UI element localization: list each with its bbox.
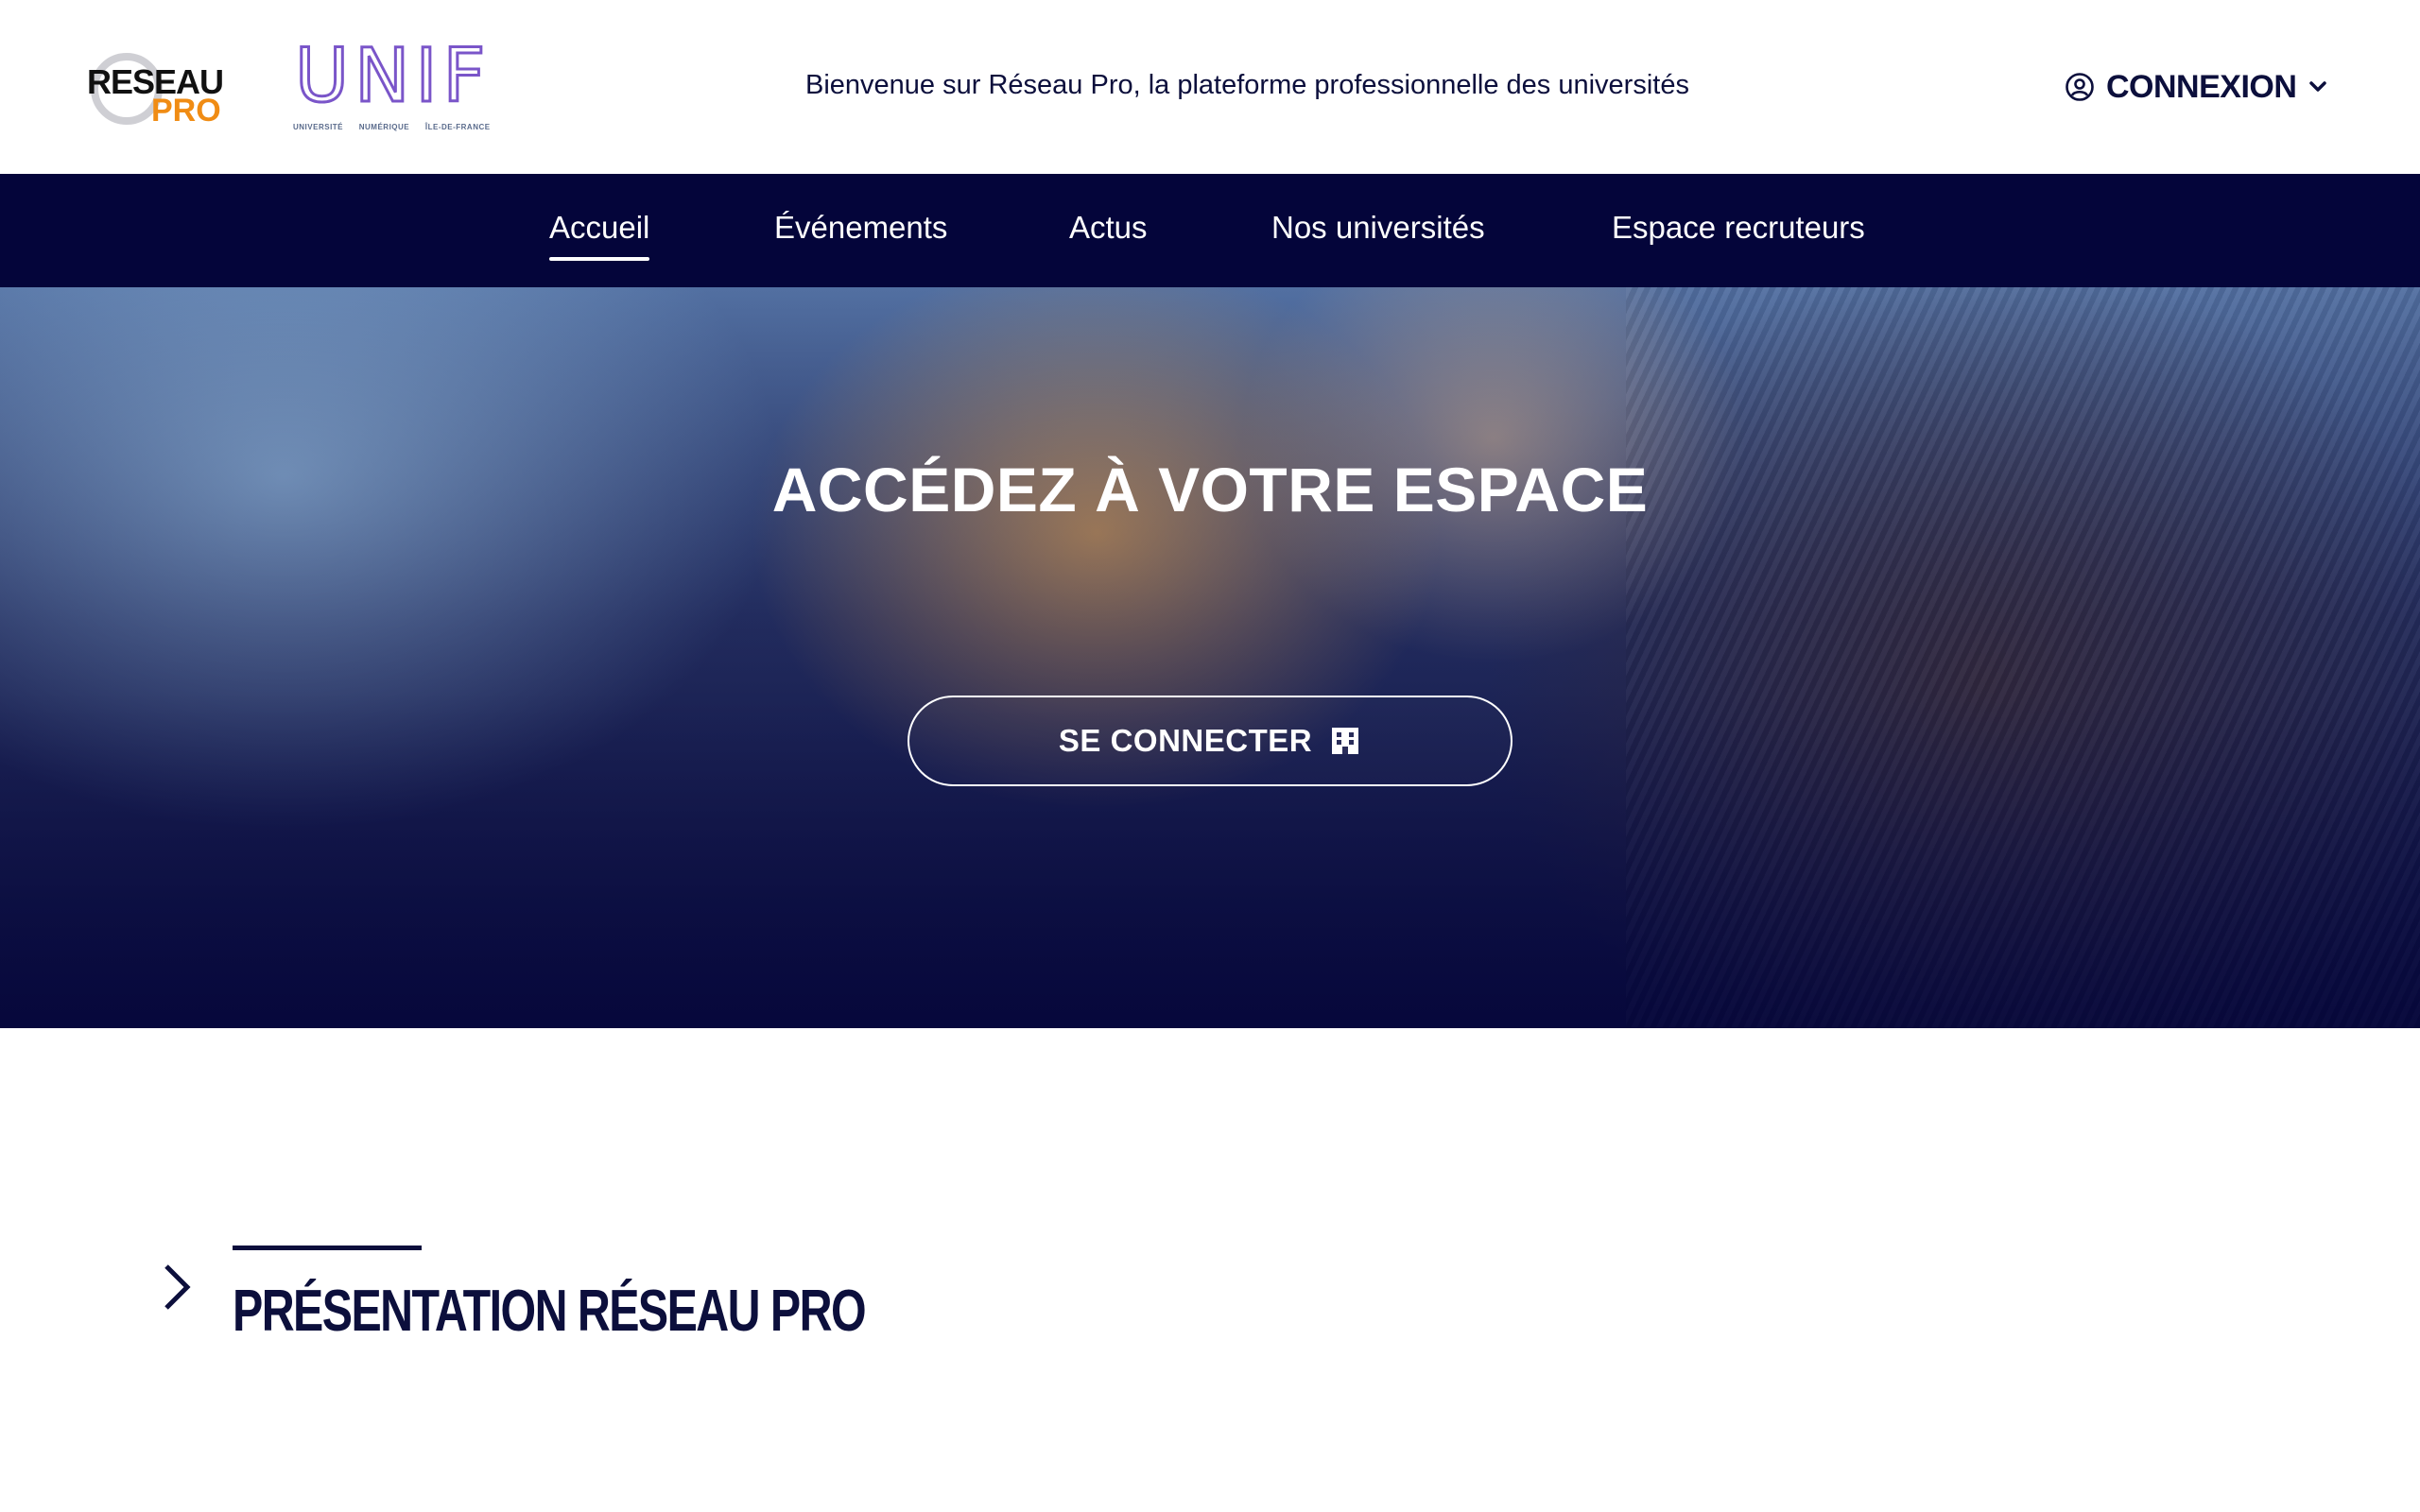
nav-item-evenements[interactable]: Événements [774,210,947,246]
unif-tagline-3: ÎLE-DE-FRANCE [424,123,491,131]
user-circle-icon [2066,73,2094,101]
connexion-button[interactable]: CONNEXION [2065,66,2328,108]
connexion-label: CONNEXION [2106,68,2297,105]
nav-item-nos-universites[interactable]: Nos universités [1271,210,1485,246]
hero-banner: ACCÉDEZ À VOTRE ESPACE SE CONNECTER [0,287,2420,1028]
building-icon [1332,728,1359,754]
section-title-bar [233,1246,422,1250]
welcome-text: Bienvenue sur Réseau Pro, la plateforme … [805,70,1689,100]
se-connecter-button[interactable]: SE CONNECTER [908,696,1512,786]
site-header: RESEAU PRO UNIF UNIVERSITÉ NUMÉRIQUE ÎLE… [0,0,2420,174]
se-connecter-label: SE CONNECTER [1058,723,1313,758]
unif-tagline-2: NUMÉRIQUE [358,123,410,131]
nav-item-espace-recruteurs[interactable]: Espace recruteurs [1612,210,1865,246]
nav-item-actus[interactable]: Actus [1069,210,1148,246]
chevron-down-icon [2309,81,2327,92]
unif-logo-text: UNIF [293,33,492,121]
presentation-title: PRÉSENTATION RÉSEAU PRO [233,1279,867,1344]
hero-overlay [0,287,2420,1028]
nav-item-accueil[interactable]: Accueil [549,210,650,261]
main-nav: Accueil Événements Actus Nos universités… [0,174,2420,287]
logo-pro-text: PRO [151,93,221,129]
chevron-right-icon [164,1264,191,1310]
unif-logo[interactable]: UNIF UNIVERSITÉ NUMÉRIQUE ÎLE-DE-FRANCE [291,33,490,134]
hero-headline: ACCÉDEZ À VOTRE ESPACE [771,455,1649,524]
reseau-pro-logo[interactable]: RESEAU PRO [87,49,229,129]
unif-tagline: UNIVERSITÉ NUMÉRIQUE ÎLE-DE-FRANCE [293,123,504,131]
unif-tagline-1: UNIVERSITÉ [293,123,344,131]
